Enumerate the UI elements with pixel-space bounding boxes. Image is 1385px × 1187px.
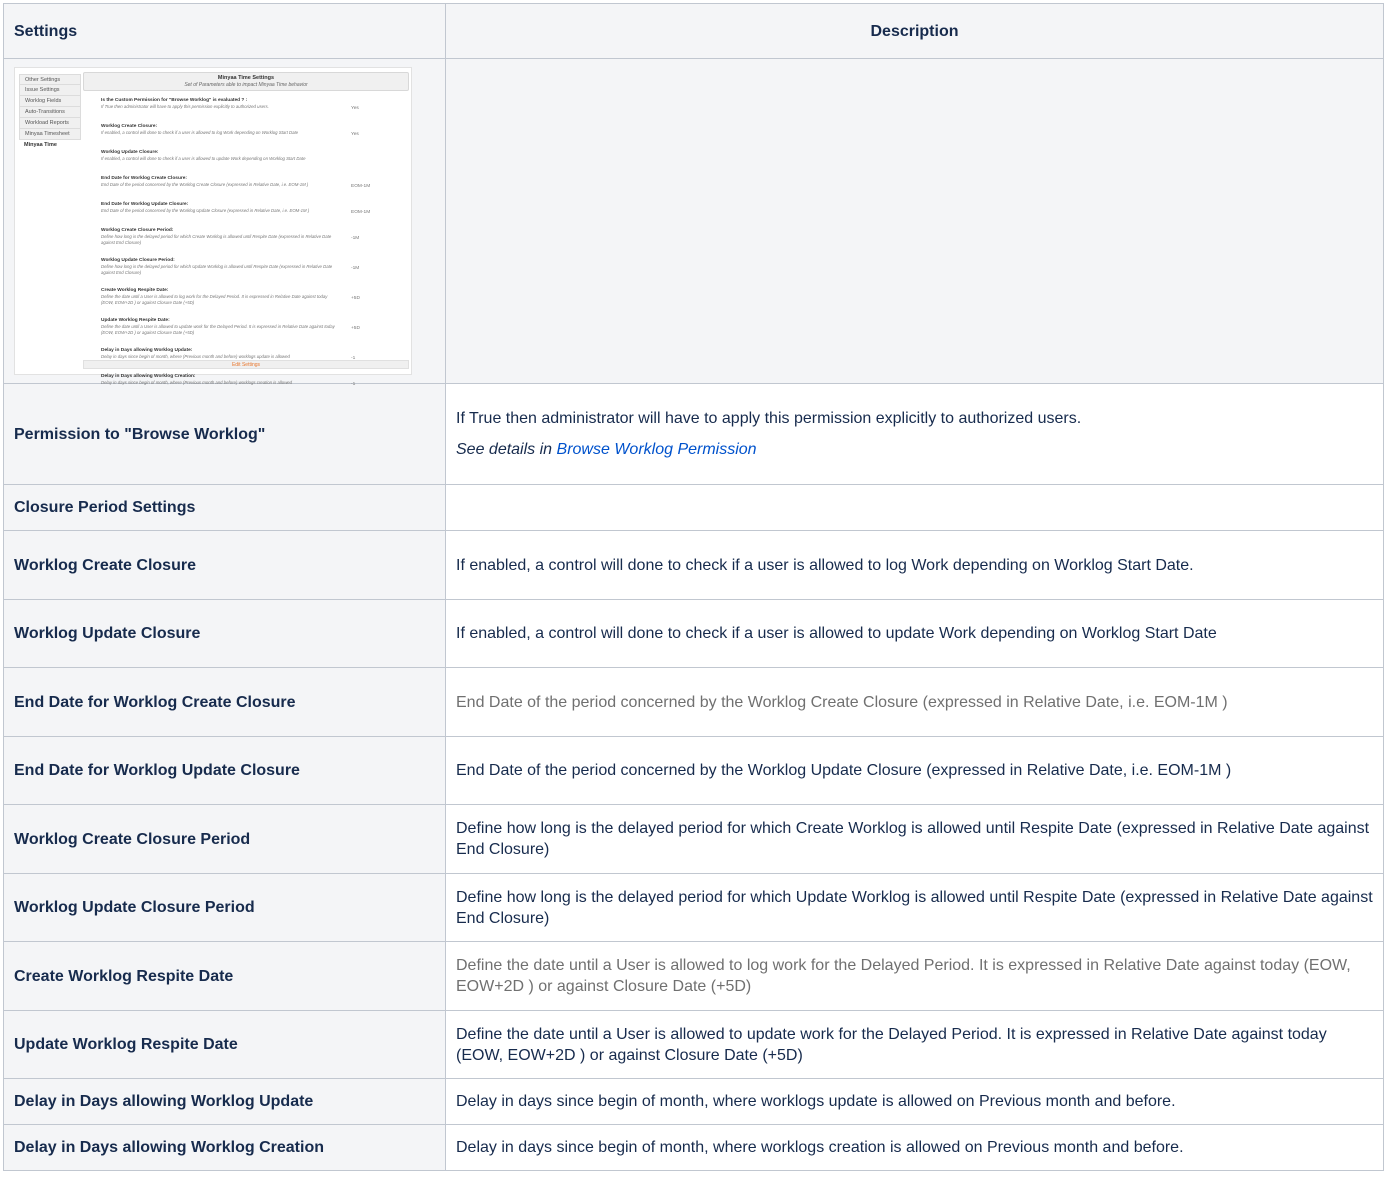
setting-description: End Date of the period concerned by the … — [445, 736, 1384, 805]
screenshot-setting: Worklog Update Closure Period: Define how… — [101, 258, 401, 288]
screenshot-title: Minyaa Time Settings — [217, 75, 275, 81]
setting-name: End Date for Worklog Create Closure — [3, 667, 446, 737]
setting-value: EOM-1M — [351, 210, 371, 215]
table-row: Delay in Days allowing Worklog Update De… — [3, 1078, 1384, 1125]
setting-sub: Delay in days since begin of month, wher… — [101, 354, 290, 359]
settings-table: Settings Description Other Settings Issu… — [3, 3, 1384, 1171]
table-row: Worklog Update Closure Period Define how… — [3, 873, 1384, 942]
setting-name: Delay in Days allowing Worklog Update — [3, 1078, 446, 1125]
screenshot-subtitle: Set of Parameters able to impact Minyaa … — [184, 82, 308, 88]
screenshot-setting: End Date for Worklog Create Closure: End … — [101, 176, 401, 202]
setting-sub: Define the date until a User is allowed … — [101, 324, 335, 335]
nav-item: Auto-Transitions — [19, 107, 81, 118]
setting-sub: If True then administrator will have to … — [101, 104, 269, 109]
screenshot-setting: Worklog Update Closure: If enabled, a con… — [101, 150, 401, 176]
setting-description: Define the date until a User is allowed … — [445, 941, 1384, 1011]
setting-description: Define how long is the delayed period fo… — [445, 804, 1384, 874]
table-row: Update Worklog Respite Date Define the d… — [3, 1010, 1384, 1079]
setting-name: Worklog Create Closure Period — [3, 804, 446, 874]
screenshot-setting: Is the Custom Permission for "Browse Wor… — [101, 98, 401, 124]
browse-worklog-permission-link[interactable]: Browse Worklog Permission — [557, 441, 757, 458]
setting-sub: Delay in days since begin of month, wher… — [101, 380, 293, 385]
setting-description: End Date of the period concerned by the … — [445, 667, 1384, 737]
setting-value: -1M — [351, 236, 360, 241]
nav-item: Workload Reports — [19, 118, 81, 129]
screenshot-main: Minyaa Time Settings Set of Parameters a… — [83, 72, 409, 387]
setting-value: +5D — [351, 296, 360, 301]
table-row: Worklog Update Closure If enabled, a con… — [3, 599, 1384, 668]
setting-value: EOM-1M — [351, 184, 371, 189]
setting-sub: Define how long is the delayed period fo… — [101, 234, 332, 245]
setting-sub: Define the date until a User is allowed … — [101, 294, 328, 305]
header-settings: Settings — [3, 3, 446, 59]
setting-sub: End Date of the period concerned by the … — [101, 182, 309, 187]
setting-sub: If enabled, a control will done to check… — [101, 130, 299, 135]
table-row: Worklog Create Closure Period Define how… — [3, 804, 1384, 874]
setting-description: Delay in days since begin of month, wher… — [445, 1124, 1384, 1171]
setting-sub: End Date of the period concerned by the … — [101, 208, 310, 213]
screenshot-setting: End Date for Worklog Update Closure: End … — [101, 202, 401, 228]
setting-value: Yes — [351, 132, 359, 137]
setting-name: Delay in Days allowing Worklog Creation — [3, 1124, 446, 1171]
screenshot-row: Other Settings Issue Settings Worklog Fi… — [3, 58, 1384, 387]
table-row: Create Worklog Respite Date Define the d… — [3, 941, 1384, 1011]
setting-value: +5D — [351, 326, 360, 331]
table-row: End Date for Worklog Create Closure End … — [3, 667, 1384, 737]
nav-item: Worklog Fields — [19, 96, 81, 107]
setting-description: If True then administrator will have to … — [445, 383, 1384, 485]
table-row: Delay in Days allowing Worklog Creation … — [3, 1124, 1384, 1171]
setting-sub: If enabled, a control will done to check… — [101, 156, 306, 161]
edit-settings-button: Edit Settings — [83, 360, 409, 369]
setting-name: Worklog Update Closure Period — [3, 873, 446, 942]
setting-description: If enabled, a control will done to check… — [445, 530, 1384, 600]
setting-value: -1 — [351, 382, 356, 387]
nav-item: Issue Settings — [19, 85, 81, 96]
setting-sub: Define how long is the delayed period fo… — [101, 264, 333, 275]
screenshot-setting: Create Worklog Respite Date: Define the d… — [101, 288, 401, 318]
screenshot-setting: Delay in Days allowing Worklog Creation:… — [101, 374, 401, 400]
description-text: If True then administrator will have to … — [456, 410, 1082, 427]
table-row: Closure Period Settings — [3, 484, 1384, 531]
nav-item: Minyaa Timesheet — [19, 129, 81, 140]
nav-item-active: Minyaa Time — [19, 140, 81, 151]
details-prefix: See details in — [456, 441, 557, 458]
setting-name: Update Worklog Respite Date — [3, 1010, 446, 1079]
details-note: See details in Browse Worklog Permission — [456, 439, 1373, 460]
screenshot-setting: Update Worklog Respite Date: Define the d… — [101, 318, 401, 348]
setting-name: Create Worklog Respite Date — [3, 941, 446, 1011]
settings-screenshot: Other Settings Issue Settings Worklog Fi… — [14, 67, 412, 387]
setting-description — [445, 484, 1384, 531]
screenshot-rows: Is the Custom Permission for "Browse Wor… — [101, 98, 401, 400]
setting-value: Yes — [351, 106, 359, 111]
setting-value: -1M — [351, 266, 360, 271]
table-row: Worklog Create Closure If enabled, a con… — [3, 530, 1384, 600]
setting-description: Define the date until a User is allowed … — [445, 1010, 1384, 1079]
setting-name: Worklog Create Closure — [3, 530, 446, 600]
setting-name: Worklog Update Closure — [3, 599, 446, 668]
screenshot-title-box: Minyaa Time Settings Set of Parameters a… — [83, 72, 409, 91]
screenshot-nav: Other Settings Issue Settings Worklog Fi… — [19, 74, 81, 151]
screenshot-setting: Worklog Create Closure: If enabled, a con… — [101, 124, 401, 150]
setting-name: End Date for Worklog Update Closure — [3, 736, 446, 805]
settings-screenshot-cell: Other Settings Issue Settings Worklog Fi… — [3, 58, 446, 387]
screenshot-description-cell — [445, 58, 1384, 384]
nav-item: Other Settings — [19, 74, 81, 85]
table-header-row: Settings Description — [3, 3, 1384, 59]
screenshot-setting: Worklog Create Closure Period: Define how… — [101, 228, 401, 258]
setting-description: Define how long is the delayed period fo… — [445, 873, 1384, 942]
table-row: End Date for Worklog Update Closure End … — [3, 736, 1384, 805]
setting-description: If enabled, a control will done to check… — [445, 599, 1384, 668]
section-name: Closure Period Settings — [3, 484, 446, 531]
header-description: Description — [445, 3, 1384, 59]
setting-description: Delay in days since begin of month, wher… — [445, 1078, 1384, 1125]
